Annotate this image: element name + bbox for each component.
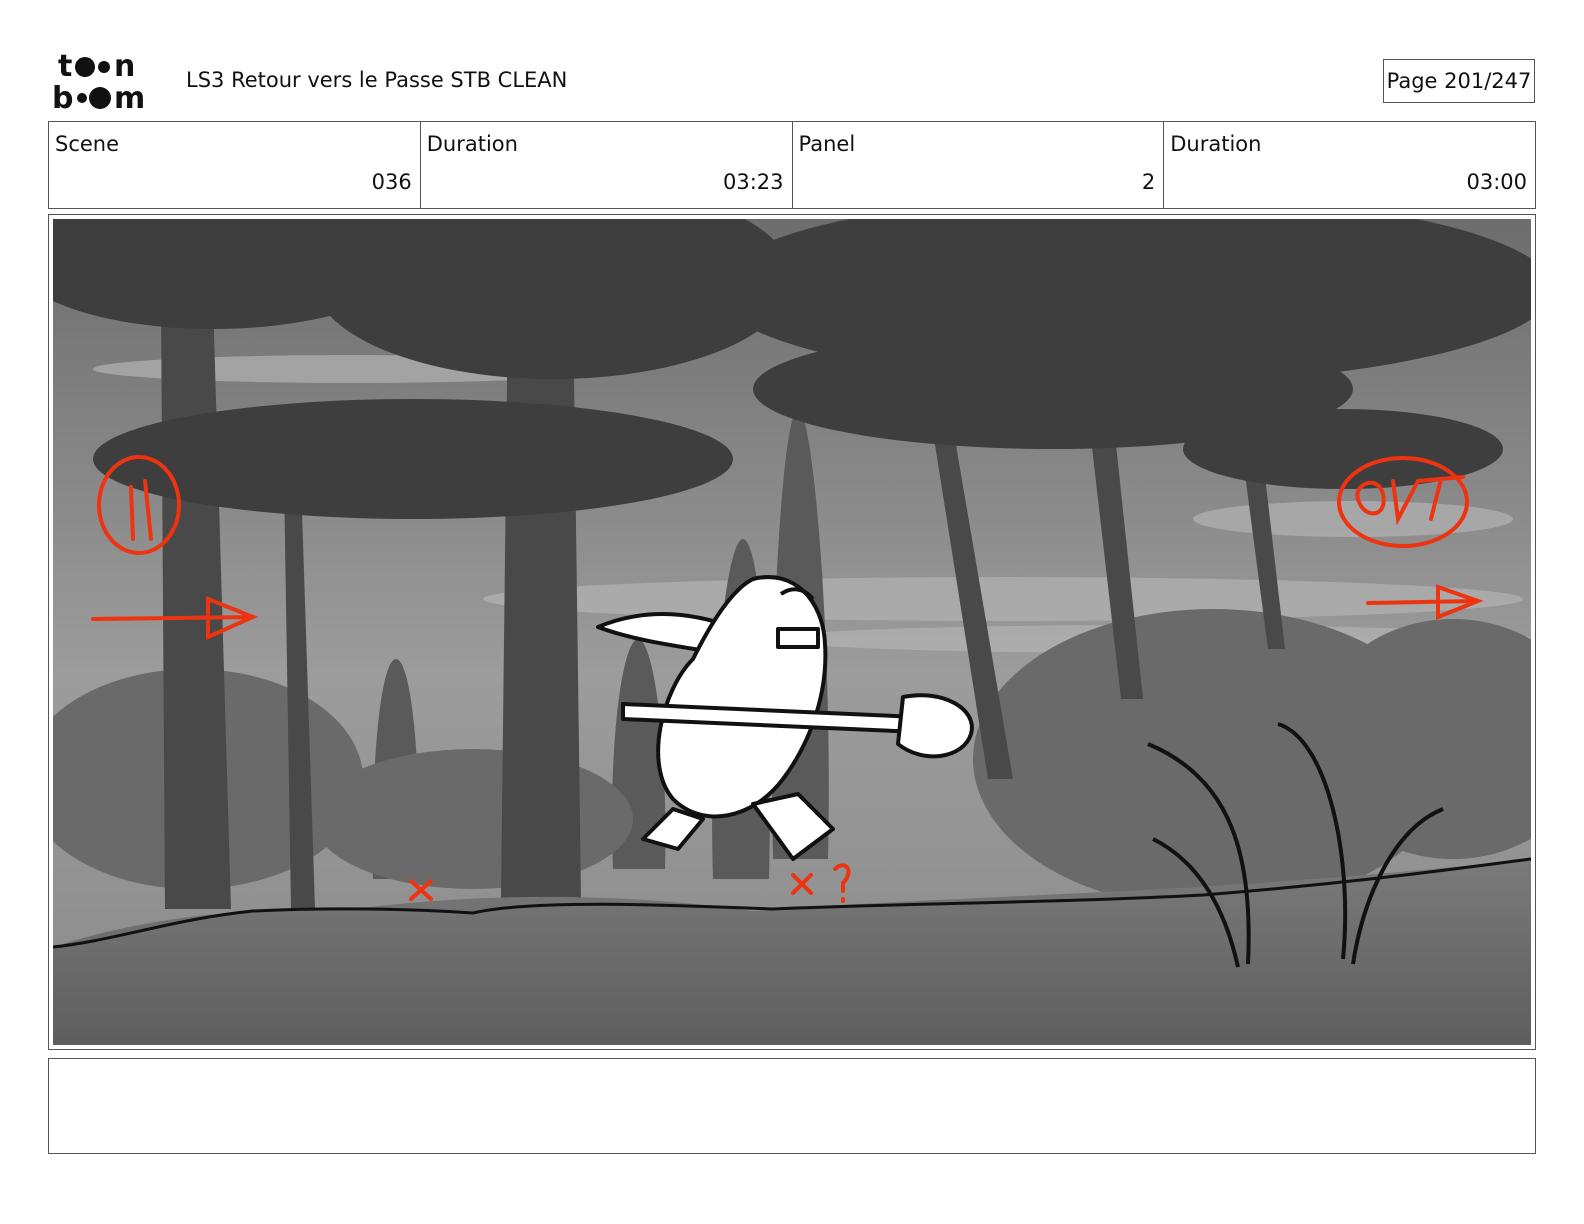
page-number: Page 201/247 xyxy=(1383,59,1535,103)
info-table: Scene 036 Duration 03:23 Panel 2 Duratio… xyxy=(48,121,1536,209)
scene-duration-cell: Duration 03:23 xyxy=(421,122,793,208)
scene-label: Scene xyxy=(55,132,120,156)
storyboard-panel-image xyxy=(53,219,1531,1045)
toon-boom-logo: t n b m xyxy=(52,49,164,116)
notes-box xyxy=(48,1058,1536,1154)
scene-duration-label: Duration xyxy=(426,132,518,156)
panel-cell: Panel 2 xyxy=(793,122,1165,208)
scene-duration-value: 03:23 xyxy=(722,170,784,194)
panel-label: Panel xyxy=(798,132,856,156)
document-title: LS3 Retour vers le Passe STB CLEAN xyxy=(186,68,568,92)
panel-duration-value: 03:00 xyxy=(1466,170,1527,194)
svg-text:n: n xyxy=(114,50,135,84)
panel-duration-cell: Duration 03:00 xyxy=(1164,122,1535,208)
svg-text:t: t xyxy=(58,50,72,84)
panel-value: 2 xyxy=(1141,170,1156,194)
scene-value: 036 xyxy=(371,170,412,194)
svg-text:b: b xyxy=(52,81,73,112)
svg-text:m: m xyxy=(114,81,145,112)
scene-cell: Scene 036 xyxy=(49,122,421,208)
panel-duration-label: Duration xyxy=(1170,132,1262,156)
storyboard-panel-frame xyxy=(48,214,1536,1050)
